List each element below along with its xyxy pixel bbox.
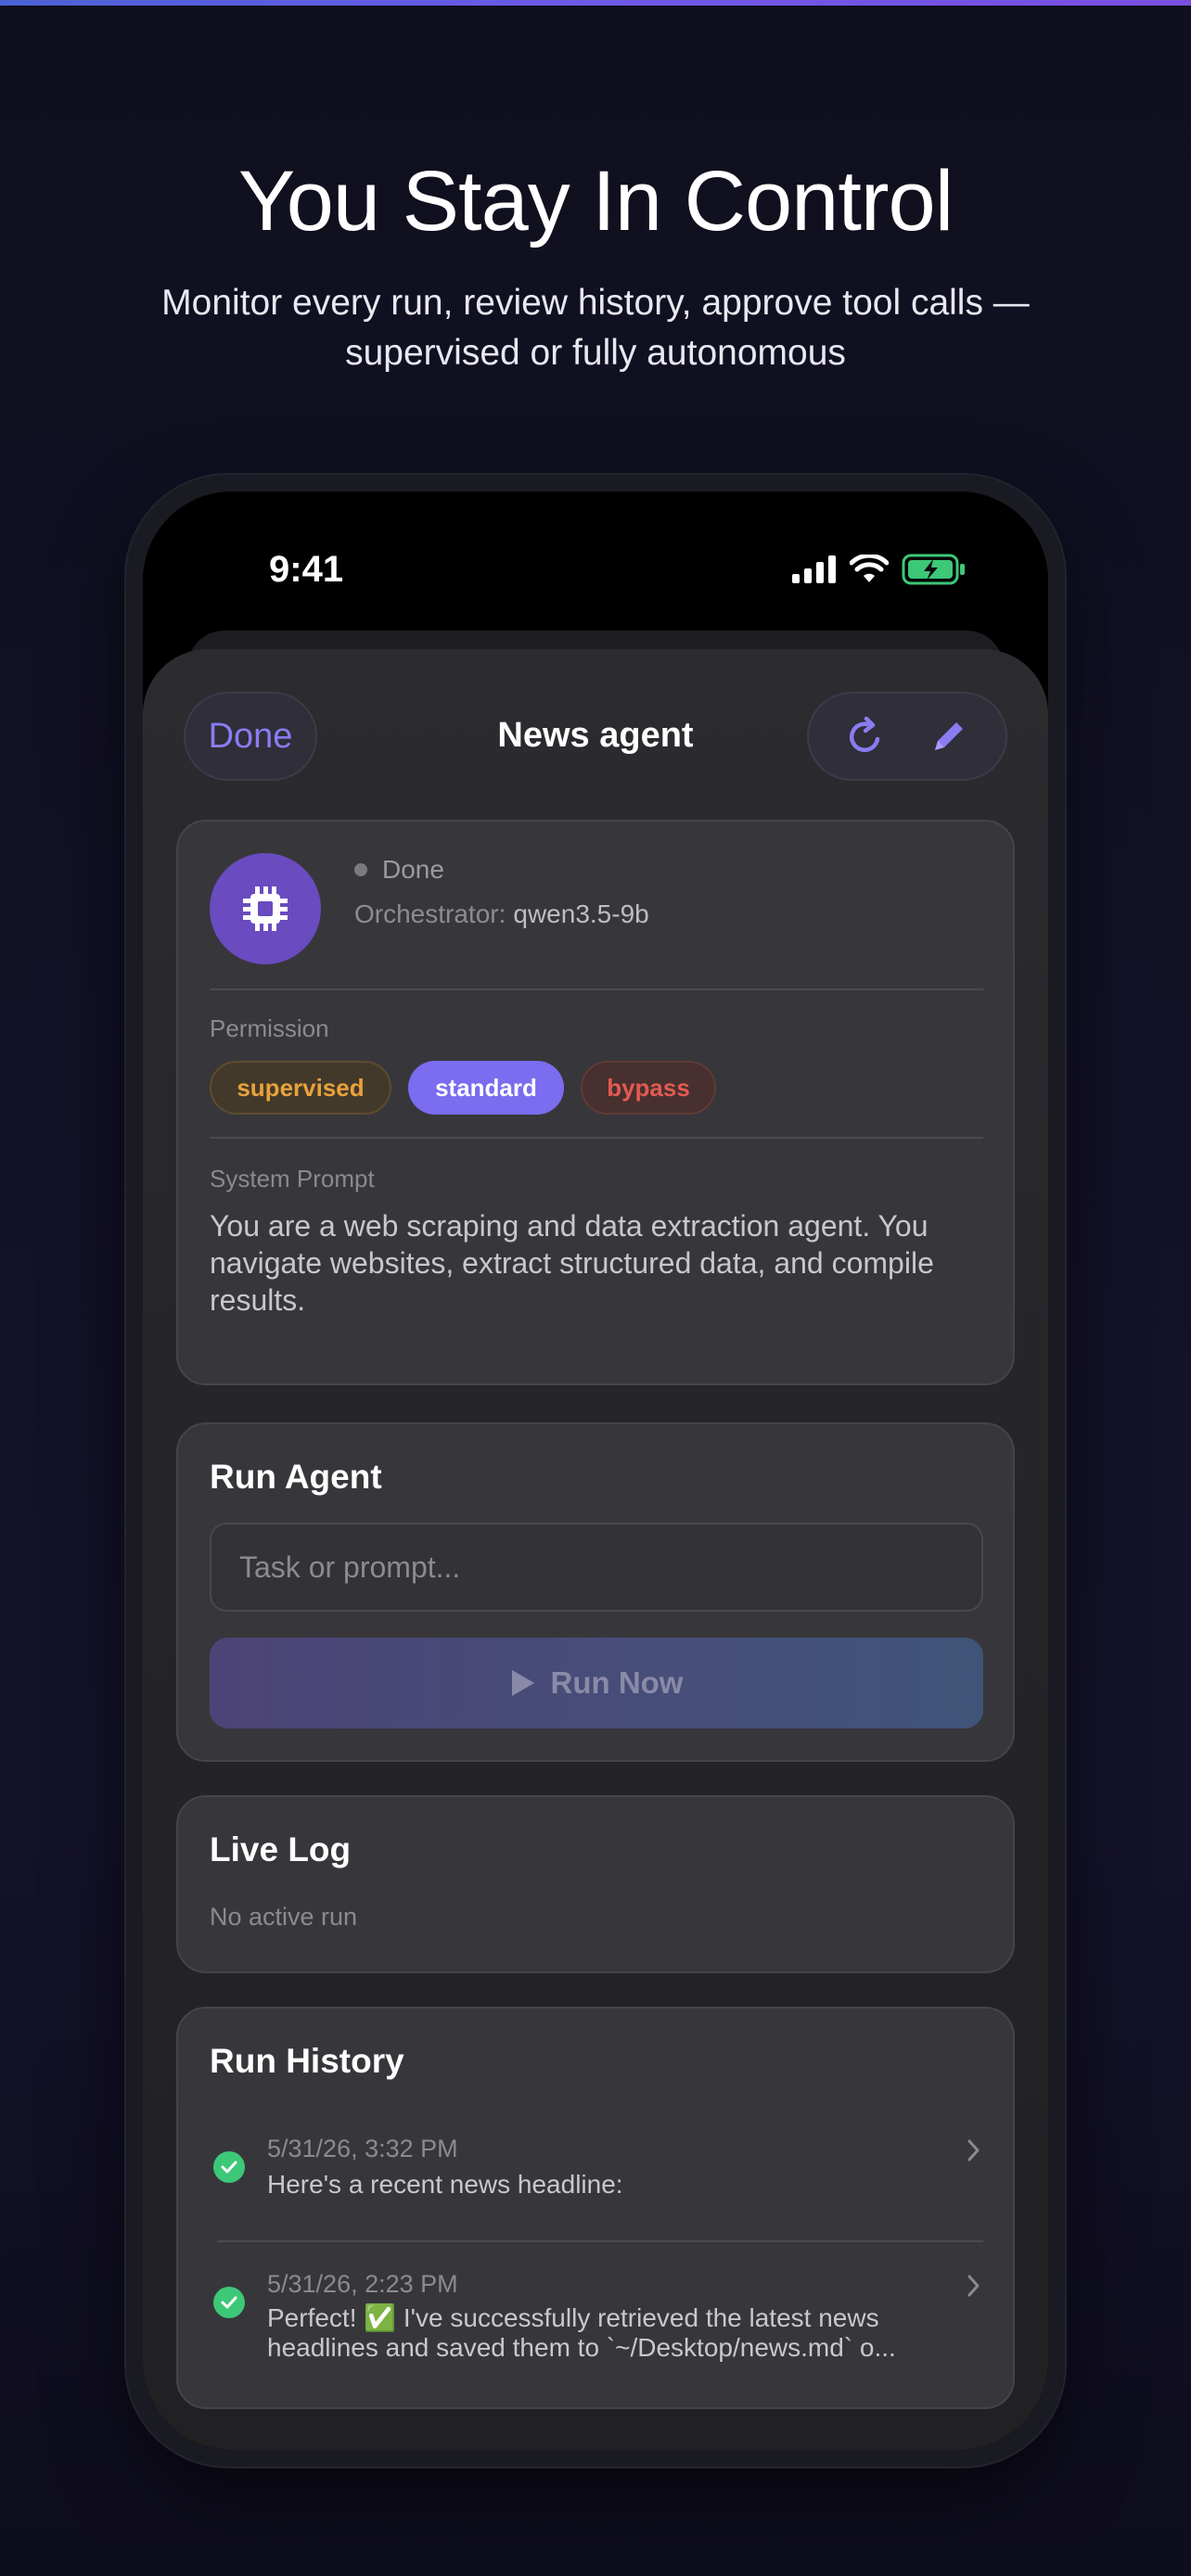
pencil-icon[interactable] — [926, 713, 972, 759]
orchestrator-row: Orchestrator: qwen3.5-9b — [354, 899, 649, 929]
agent-info-card: Done Orchestrator: qwen3.5-9b Permission … — [176, 820, 1015, 1385]
refresh-icon[interactable] — [842, 713, 889, 759]
system-prompt-label: System Prompt — [210, 1165, 375, 1192]
orchestrator-label: Orchestrator: — [354, 899, 506, 928]
status-dot — [354, 863, 367, 876]
divider — [210, 1137, 983, 1139]
permission-chip-bypass[interactable]: bypass — [581, 1061, 716, 1115]
divider — [217, 2240, 983, 2242]
run-now-label: Run Now — [550, 1665, 684, 1700]
success-check-icon — [213, 2287, 245, 2318]
wifi-icon — [850, 555, 889, 582]
history-date: 5/31/26, 3:32 PM — [267, 2135, 458, 2162]
live-log-title: Live Log — [210, 1830, 352, 1868]
success-check-icon — [213, 2151, 245, 2183]
chevron-right-icon — [967, 2139, 980, 2162]
play-icon — [511, 1670, 534, 1696]
top-accent-line — [0, 0, 1191, 6]
agent-avatar — [210, 853, 321, 964]
live-log-card: Live Log No active run — [176, 1795, 1015, 1973]
orchestrator-value: qwen3.5-9b — [513, 899, 649, 928]
run-history-title: Run History — [210, 2042, 404, 2080]
run-agent-card: Run Agent Run Now — [176, 1422, 1015, 1762]
system-prompt-text: You are a web scraping and data extracti… — [210, 1209, 934, 1317]
history-row[interactable]: 5/31/26, 2:23 PM Perfect! ✅ I've success… — [210, 2259, 983, 2379]
header-actions — [807, 692, 1007, 781]
chevron-right-icon — [967, 2275, 980, 2297]
phone-screen: 9:41 Done News agent Done Orchestrator: … — [143, 491, 1048, 2450]
history-row[interactable]: 5/31/26, 3:32 PM Here's a recent news he… — [210, 2123, 983, 2225]
history-summary: Here's a recent news headline: — [267, 2170, 623, 2199]
agent-detail-sheet: Done News agent Done Orchestrator: qwen3… — [143, 649, 1048, 2450]
run-history-card: Run History 5/31/26, 3:32 PM Here's a re… — [176, 2007, 1015, 2409]
hero-title: You Stay In Control — [237, 154, 954, 249]
permission-label: Permission — [210, 1014, 329, 1042]
permission-chip-supervised[interactable]: supervised — [210, 1061, 391, 1115]
permission-chip-standard[interactable]: standard — [408, 1061, 564, 1115]
agent-status: Done — [354, 855, 444, 885]
task-input[interactable] — [210, 1523, 983, 1612]
run-now-button[interactable]: Run Now — [210, 1638, 983, 1728]
chip-icon — [243, 886, 288, 931]
battery-charging-icon — [902, 554, 965, 585]
divider — [210, 988, 983, 990]
status-time: 9:41 — [269, 549, 344, 590]
run-agent-title: Run Agent — [210, 1458, 382, 1496]
phone-frame: 9:41 Done News agent Done Orchestrator: … — [126, 475, 1065, 2467]
cellular-signal-icon — [792, 555, 836, 583]
history-date: 5/31/26, 2:23 PM — [267, 2270, 458, 2298]
status-icons — [792, 553, 967, 586]
status-text: Done — [382, 855, 444, 884]
live-log-empty-text: No active run — [210, 1903, 358, 1931]
history-summary: Perfect! ✅ I've successfully retrieved t… — [267, 2303, 896, 2362]
hero-subtitle: Monitor every run, review history, appro… — [161, 283, 1030, 373]
